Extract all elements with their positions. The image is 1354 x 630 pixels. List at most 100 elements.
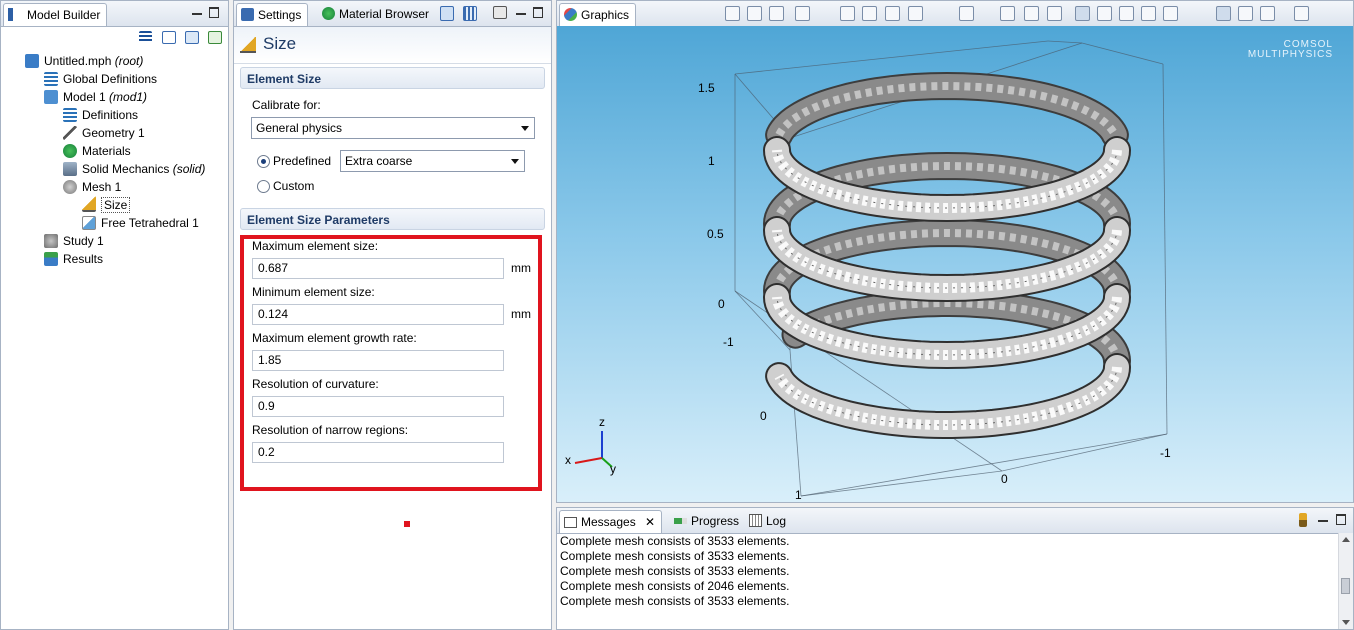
predefined-label: Predefined (273, 154, 332, 168)
mesh-icon (63, 180, 77, 194)
tree-layout-icon[interactable] (208, 31, 222, 44)
message-line: Complete mesh consists of 3533 elements. (560, 564, 790, 578)
zoom-extents-icon[interactable] (908, 6, 923, 21)
minimize-icon[interactable] (192, 7, 202, 15)
page-title-icon (240, 37, 256, 53)
reset-icon[interactable] (769, 6, 784, 21)
progress-icon (674, 518, 687, 524)
tree-item-results[interactable]: Results (44, 250, 103, 268)
scroll-thumb[interactable] (1341, 578, 1350, 594)
tab-settings[interactable]: Settings (236, 3, 309, 26)
tab-material-browser[interactable]: Material Browser (318, 3, 435, 25)
screen-icon[interactable] (493, 6, 507, 19)
window-icon[interactable] (440, 6, 454, 21)
transparency-icon[interactable] (1141, 6, 1156, 21)
camera-icon[interactable] (1294, 6, 1309, 21)
tree-item-mesh[interactable]: Mesh 1 (63, 178, 121, 196)
tree-item-size[interactable]: Size (82, 196, 131, 214)
zoom-box-icon[interactable] (885, 6, 900, 21)
collapse-icon[interactable] (162, 31, 176, 44)
copy-icon[interactable] (1238, 6, 1253, 21)
axes-icon[interactable] (959, 6, 974, 21)
pointer-icon[interactable] (1216, 6, 1231, 21)
graphics-tabbar: Graphics (557, 1, 1353, 27)
tree-item-free-tetrahedral[interactable]: Free Tetrahedral 1 (82, 214, 199, 232)
clear-icon[interactable] (1299, 513, 1307, 527)
custom-radio[interactable] (257, 180, 270, 193)
z-tick-5: -1 (723, 335, 734, 349)
chevron-down-icon (521, 126, 529, 131)
graphics-icon (564, 8, 577, 21)
wireframe-icon[interactable] (1097, 6, 1112, 21)
show-icon[interactable] (139, 31, 152, 43)
building-icon[interactable] (463, 6, 477, 21)
settings-pane: Settings Material Browser Size Element S… (233, 0, 552, 630)
light-icon[interactable] (1163, 6, 1178, 21)
element-size-header[interactable]: Element Size (240, 67, 545, 89)
tab-graphics[interactable]: Graphics (559, 3, 637, 26)
maximize-icon[interactable] (209, 7, 219, 18)
show-all-icon[interactable] (747, 6, 762, 21)
graphics-canvas[interactable]: COMSOL MULTIPHYSICS 1.5 1 0.5 0 -1 0 0 1… (557, 26, 1353, 502)
tree-item-model[interactable]: Model 1 (mod1) (44, 88, 147, 106)
tree-item-solid-mechanics[interactable]: Solid Mechanics (solid) (63, 160, 205, 178)
page-title: Size (263, 34, 297, 53)
view-xy-icon[interactable] (1000, 6, 1015, 21)
axis-tick-d: -1 (1160, 446, 1171, 460)
hide-icon[interactable] (725, 6, 740, 21)
zoom-out-icon[interactable] (862, 6, 877, 21)
log-icon (749, 514, 762, 527)
minimize-icon[interactable] (1318, 514, 1328, 522)
axis-tick-c: 1 (795, 488, 802, 502)
calibrate-select[interactable]: General physics (251, 117, 535, 139)
settings-icon (241, 8, 254, 21)
select-icon[interactable] (795, 6, 810, 21)
growth-rate-field[interactable]: 1.85 (252, 350, 504, 371)
scroll-down-icon[interactable] (1342, 620, 1350, 625)
geometry-icon (63, 126, 77, 140)
tree-item-study[interactable]: Study 1 (44, 232, 104, 250)
curvature-field[interactable]: 0.9 (252, 396, 504, 417)
tree-item-global-definitions[interactable]: Global Definitions (44, 70, 157, 88)
minimize-icon[interactable] (516, 7, 526, 15)
tab-messages[interactable]: Messages ✕ (559, 510, 663, 533)
page-header: Size (234, 27, 551, 64)
close-icon[interactable]: ✕ (645, 515, 655, 529)
element-size-parameters-header[interactable]: Element Size Parameters (240, 208, 545, 230)
min-size-field[interactable]: 0.124 (252, 304, 504, 325)
tree-item-geometry[interactable]: Geometry 1 (63, 124, 145, 142)
scroll-up-icon[interactable] (1342, 537, 1350, 542)
max-size-field[interactable]: 0.687 (252, 258, 504, 279)
predefined-radio[interactable] (257, 155, 270, 168)
model-builder-tabbar: Model Builder (1, 1, 228, 27)
tree-item-root[interactable]: Untitled.mph (root) (25, 52, 143, 70)
tab-progress[interactable]: Progress (670, 510, 745, 532)
z-tick-1: 1.5 (698, 81, 715, 95)
size-icon (82, 196, 96, 212)
min-size-label: Minimum element size: (252, 285, 375, 299)
view-yz-icon[interactable] (1024, 6, 1039, 21)
tree-item-definitions[interactable]: Definitions (63, 106, 138, 124)
triad-x-label: x (565, 453, 571, 467)
model-builder-tab[interactable]: Model Builder (3, 3, 108, 26)
view-zx-icon[interactable] (1047, 6, 1062, 21)
predefined-select[interactable]: Extra coarse (340, 150, 525, 172)
narrow-regions-label: Resolution of narrow regions: (252, 423, 409, 437)
render-icon[interactable] (1075, 6, 1090, 21)
z-tick-3: 0.5 (707, 227, 724, 241)
zoom-in-icon[interactable] (840, 6, 855, 21)
narrow-regions-field[interactable]: 0.2 (252, 442, 504, 463)
tree-item-materials[interactable]: Materials (63, 142, 131, 160)
study-icon (44, 234, 58, 248)
surface-icon[interactable] (1119, 6, 1134, 21)
scrollbar[interactable] (1338, 533, 1353, 629)
triad-y-label: y (610, 462, 616, 476)
tab-log[interactable]: Log (745, 510, 792, 532)
maximize-icon[interactable] (533, 7, 543, 18)
maximize-icon[interactable] (1336, 514, 1346, 525)
growth-rate-label: Maximum element growth rate: (252, 331, 417, 345)
expand-icon[interactable] (185, 31, 199, 44)
messages-pane: Messages ✕ Progress Log Complete mesh co… (556, 507, 1354, 630)
solid-mechanics-icon (63, 162, 77, 176)
paste-icon[interactable] (1260, 6, 1275, 21)
